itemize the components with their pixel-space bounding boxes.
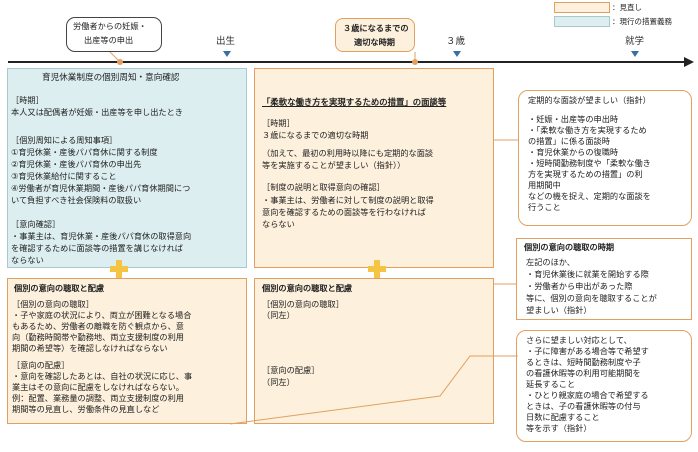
consider-left-line: ・意向を確認したあとは、自社の状況に応じ、事 [12, 371, 193, 381]
desirable-line: るときは、短時間勤務制度や子 [526, 357, 641, 367]
timing-line: ・労働者から申出があった際 [526, 281, 633, 291]
tick-birth-marker [223, 51, 231, 57]
timing-line: 左記のほか、 [526, 257, 575, 267]
consider-left-line: ［個別の意向の聴取］ [12, 299, 94, 309]
periodic-line: 方を実現するための措置」の利 [528, 169, 643, 179]
current-line: ③育児休業給付に関すること [11, 171, 117, 181]
callout-appropriate-line1: ３歳になるまでの [343, 23, 409, 33]
consider-right-line: （同左） [262, 310, 295, 320]
flex-line: ・事業主は、労働者に対して制度の説明と取得 [262, 195, 434, 205]
desirable-line: の看護休暇等の利用可能期間を [526, 368, 641, 378]
flex-line: ３歳になるまでの適切な時期 [262, 130, 369, 140]
consider-left-line: 期間の希望等）を確認しなければならない [12, 343, 168, 353]
current-line: を確認するために面談等の措置を講じなければ [11, 243, 183, 253]
plus-icon [368, 260, 386, 278]
periodic-line: ・育児休業からの復職時 [528, 147, 619, 157]
desirable-line: 等を示す（指針） [526, 423, 592, 433]
periodic-line: 定期的な面談が望ましい（指針） [528, 95, 651, 105]
desirable-connector [230, 355, 518, 425]
flex-line: 等を実施することが望ましい（指針）） [262, 160, 406, 170]
timing-connector [494, 283, 516, 285]
consider-left-line: ・子や家庭の状況により、両立が困難となる場合 [12, 310, 192, 320]
consider-left-line: ［意向の配慮］ [12, 360, 70, 370]
current-line: ・事業主は、育児休業・産後パパ育休の取得意向 [11, 231, 192, 241]
current-line: ならない [11, 255, 44, 265]
flex-line: 意向を確認するための面談等を行わなければ [262, 207, 426, 217]
consider-left-line: 例：配置、業務量の調整、両立支援制度の利用 [12, 393, 184, 403]
tick-age3: ３歳 [446, 36, 466, 47]
flex-line: ［制度の説明と取得意向の確認］ [262, 182, 385, 192]
periodic-line: 行うこと [528, 202, 561, 212]
consider-left-line: 向（勤務時間帯や勤務地、両立支援制度の利用 [12, 332, 184, 342]
current-line: ［時期］ [11, 95, 44, 105]
callout-pregnancy-line2: 出産等の申出 [84, 35, 134, 45]
current-line: ①育児休業・産後パパ育休に関する制度 [11, 147, 158, 157]
periodic-connector [494, 139, 518, 141]
periodic-line: ・「柔軟な働き方を実現するため [528, 125, 647, 135]
current-line: いて負担すべき社会保険料の取扱い [11, 195, 142, 205]
tick-school: 就学 [625, 36, 645, 47]
periodic-line: などの機を捉え、定期的な面談を [528, 191, 651, 201]
desirable-line: ときは、子の看護休暇等の付与 [526, 401, 641, 411]
consider-left-title: 個別の意向の聴取と配慮 [14, 283, 105, 293]
consider-left-line: 期間等の見直し、労働条件の見直しなど [12, 404, 160, 414]
periodic-line: 用期間中 [528, 180, 561, 190]
tick-school-marker [631, 51, 639, 57]
consider-left-line: もあるため、労働者の離職を防ぐ観点から、意 [12, 321, 184, 331]
callout-appropriate-line2: 適切な時期 [354, 37, 395, 47]
current-line: ②育児休業・産後パパ育休の申出先 [11, 159, 142, 169]
timing-line: 等に、個別の意向を聴取することが [526, 293, 657, 303]
flex-line: ならない [262, 219, 295, 229]
periodic-line: ・短時間勤務制度や「柔軟な働き [528, 158, 651, 168]
plus-icon [110, 260, 128, 278]
consider-left-line: 業主はその意向に配慮をしなければならない。 [12, 382, 184, 392]
tick-age3-marker [453, 51, 461, 57]
flex-title: 「柔軟な働き方を実現するための措置」の面談等 [262, 97, 447, 107]
current-line: ［個別周知による周知事項］ [11, 135, 118, 145]
flex-line: ［時期］ [262, 118, 295, 128]
desirable-line: 日数に配慮すること [526, 412, 600, 422]
desirable-line: ・ひとり親家庭の場合で希望する [526, 390, 649, 400]
current-title: 育児休業制度の個別周知・意向確認 [42, 73, 180, 83]
periodic-line: の措置」に係る面談時 [528, 136, 610, 146]
current-line: 本人又は配偶者が妊娠・出産等を申し出たとき [11, 107, 183, 117]
desirable-line: ・子に障害がある場合等で希望す [526, 346, 649, 356]
consider-right-line: ［個別の意向の聴取］ [262, 299, 344, 309]
consider-right-title: 個別の意向の聴取と配慮 [262, 283, 353, 293]
callout-pregnancy-line1: 労働者からの妊娠・ [73, 21, 147, 31]
timing-title: 個別の意向の聴取の時期 [524, 242, 615, 252]
current-line: ④労働者が育児休業期間・産後パパ育休期間につ [11, 183, 191, 193]
current-line: ［意向確認］ [11, 219, 61, 229]
desirable-line: さらに望ましい対応として、 [526, 335, 632, 345]
timing-line: ・育児休業後に就業を開始する際 [526, 269, 649, 279]
flex-line: （加えて、最初の利用時以降にも定期的な面談 [262, 148, 434, 158]
tick-birth: 出生 [216, 36, 236, 47]
timing-line: 望ましい（指針） [526, 305, 592, 315]
periodic-line: ・妊娠・出産等の申出時 [528, 114, 619, 124]
desirable-line: 延長すること [526, 379, 576, 389]
